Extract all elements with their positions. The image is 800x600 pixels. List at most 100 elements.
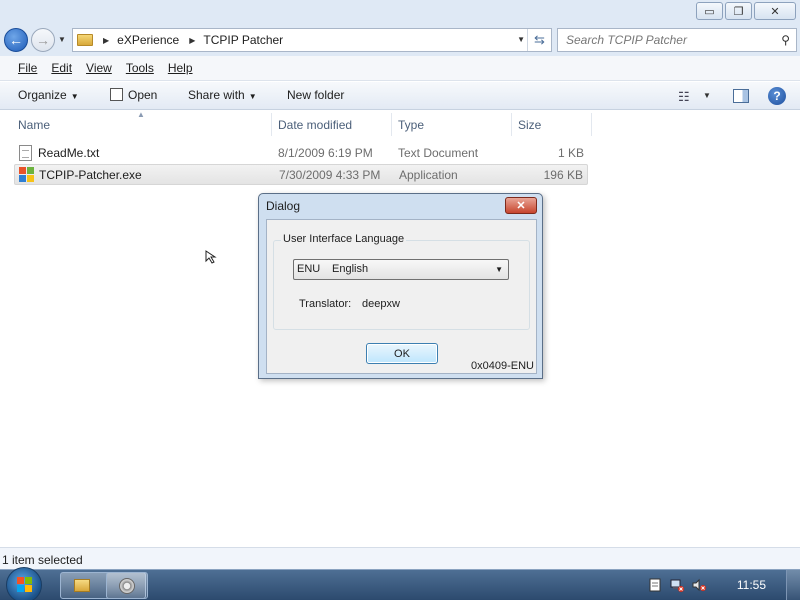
- column-header-name[interactable]: Name: [18, 118, 50, 132]
- file-date: 7/30/2009 4:33 PM: [279, 168, 381, 182]
- menu-help[interactable]: Help: [162, 59, 199, 77]
- menu-edit-label: Edit: [51, 61, 73, 75]
- file-name: TCPIP-Patcher.exe: [39, 168, 142, 182]
- chevron-down-icon: ▼: [495, 265, 503, 274]
- network-error-icon[interactable]: [670, 578, 684, 592]
- file-name: ReadMe.txt: [38, 146, 100, 160]
- forward-button[interactable]: →: [31, 28, 55, 52]
- breadcrumb-experience[interactable]: eXPerience: [117, 33, 179, 47]
- column-header-date[interactable]: Date modified: [278, 118, 352, 132]
- status-text: 1 item selected: [2, 553, 83, 567]
- new-folder-label: New folder: [287, 88, 345, 102]
- status-bar: 1 item selected: [0, 547, 800, 569]
- column-divider[interactable]: [391, 113, 392, 136]
- restore-icon: ❐: [733, 5, 744, 18]
- ok-button[interactable]: OK: [366, 343, 438, 364]
- open-icon: [110, 88, 123, 101]
- mouse-cursor-icon: [205, 250, 217, 264]
- address-bar[interactable]: ▶ eXPerience ▶ TCPIP Patcher ▼ ⇆: [72, 28, 552, 52]
- application-icon: [19, 167, 34, 182]
- refresh-button[interactable]: ⇆: [527, 29, 551, 51]
- file-size: 196 KB: [543, 168, 583, 182]
- new-folder-button[interactable]: New folder: [287, 88, 344, 102]
- close-icon: ✕: [770, 5, 780, 18]
- dialog-close-button[interactable]: ✕: [505, 197, 537, 214]
- column-divider[interactable]: [511, 113, 512, 136]
- chevron-down-icon[interactable]: ▼: [703, 91, 711, 100]
- menu-edit[interactable]: Edit: [45, 59, 78, 77]
- chevron-down-icon: ▼: [70, 92, 79, 101]
- forward-arrow-icon: →: [36, 32, 50, 48]
- language-name: English: [332, 263, 369, 275]
- open-button[interactable]: Open: [110, 88, 157, 102]
- translator-name: deepxw: [362, 298, 400, 310]
- maximize-button[interactable]: ❐: [725, 2, 752, 20]
- file-row-selected[interactable]: TCPIP-Patcher.exe 7/30/2009 4:33 PM Appl…: [14, 164, 588, 185]
- share-with-label: Share with: [188, 88, 245, 102]
- share-with-button[interactable]: Share with ▼: [188, 88, 257, 102]
- command-bar: Organize ▼ Open Share with ▼ New folder ☷ …: [0, 82, 800, 110]
- close-button[interactable]: ✕: [754, 2, 796, 20]
- chevron-right-icon[interactable]: ▶: [103, 36, 109, 45]
- system-tray: 11:55: [640, 570, 800, 600]
- menu-file[interactable]: File: [12, 59, 43, 77]
- back-arrow-icon: ←: [9, 32, 23, 48]
- file-type: Application: [399, 168, 458, 182]
- groupbox-label: User Interface Language: [281, 233, 407, 245]
- search-input[interactable]: [558, 29, 768, 51]
- menu-tools[interactable]: Tools: [120, 59, 160, 77]
- view-options-icon[interactable]: ☷: [678, 89, 690, 105]
- column-header-type[interactable]: Type: [398, 118, 424, 132]
- window-controls: ▭ ❐ ✕: [696, 2, 796, 20]
- close-icon: ✕: [516, 200, 526, 212]
- language-select[interactable]: ENU English ▼: [293, 259, 509, 280]
- dialog-title: Dialog: [266, 199, 301, 213]
- file-type: Text Document: [398, 146, 479, 160]
- minimize-button[interactable]: ▭: [696, 2, 723, 20]
- column-headers: ▲ Name Date modified Type Size: [0, 110, 800, 138]
- recent-pages-dropdown[interactable]: ▼: [58, 35, 66, 44]
- sort-ascending-icon: ▲: [137, 110, 145, 119]
- search-box: ⚲: [557, 28, 797, 52]
- taskbar-app-button[interactable]: [106, 572, 148, 599]
- minimize-icon: ▭: [704, 5, 715, 18]
- gear-icon: [119, 578, 135, 594]
- menu-view[interactable]: View: [80, 59, 118, 77]
- locale-code: 0x0409-ENU: [471, 360, 534, 372]
- window-titlebar: ▭ ❐ ✕: [0, 0, 800, 26]
- language-code: ENU: [297, 263, 321, 275]
- organize-label: Organize: [18, 88, 67, 102]
- chevron-right-icon[interactable]: ▶: [189, 36, 195, 45]
- volume-muted-icon[interactable]: [692, 578, 706, 592]
- address-history-dropdown[interactable]: ▼: [517, 35, 525, 44]
- show-desktop-button[interactable]: [786, 570, 800, 600]
- open-label: Open: [128, 88, 158, 102]
- menu-tools-label: Tools: [125, 61, 154, 75]
- back-button[interactable]: ←: [4, 28, 28, 52]
- menu-view-label: View: [86, 61, 112, 75]
- search-icon[interactable]: ⚲: [781, 33, 790, 47]
- column-divider[interactable]: [591, 113, 592, 136]
- text-file-icon: [19, 145, 32, 161]
- clock[interactable]: 11:55: [737, 578, 766, 592]
- windows-logo-icon: [17, 577, 33, 593]
- dialog-body: User Interface Language ENU English ▼ Tr…: [266, 219, 537, 374]
- menu-help-label: Help: [167, 61, 193, 75]
- file-date: 8/1/2009 6:19 PM: [278, 146, 373, 160]
- start-button[interactable]: [6, 567, 42, 600]
- column-header-size[interactable]: Size: [518, 118, 541, 132]
- chevron-down-icon: ▼: [248, 92, 257, 101]
- help-icon[interactable]: ?: [768, 87, 786, 105]
- language-dialog: Dialog ✕ User Interface Language ENU Eng…: [258, 193, 543, 379]
- preview-pane-icon[interactable]: [733, 89, 749, 103]
- file-row[interactable]: ReadMe.txt 8/1/2009 6:19 PM Text Documen…: [14, 143, 588, 164]
- folder-icon: [74, 579, 90, 592]
- document-icon[interactable]: [648, 578, 662, 592]
- address-row: ← → ▼ ▶ eXPerience ▶ TCPIP Patcher ▼ ⇆ ⚲: [0, 24, 800, 56]
- breadcrumb-tcpip-patcher[interactable]: TCPIP Patcher: [203, 33, 283, 47]
- folder-icon: [77, 34, 93, 46]
- language-groupbox: [273, 240, 530, 330]
- organize-button[interactable]: Organize ▼: [18, 88, 79, 102]
- refresh-icon: ⇆: [534, 32, 545, 47]
- column-divider[interactable]: [271, 113, 272, 136]
